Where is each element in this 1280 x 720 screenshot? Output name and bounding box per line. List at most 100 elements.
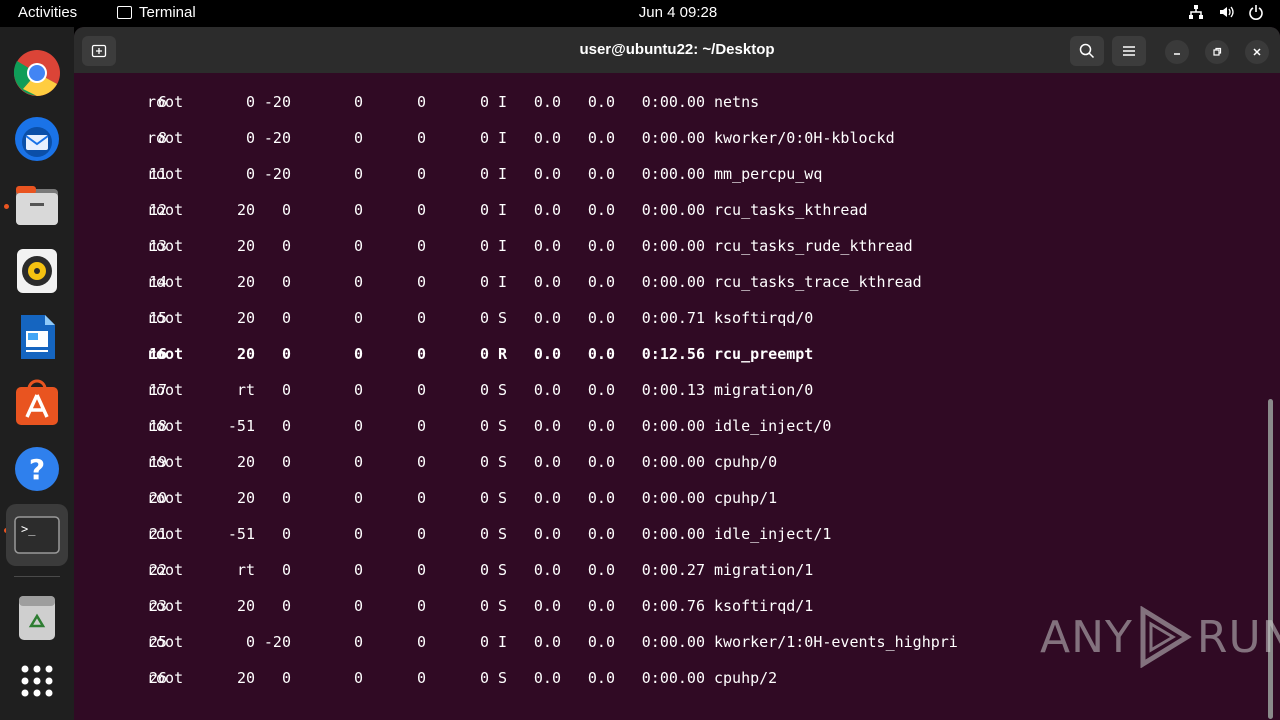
process-row: 14 root 20 0 0 0 0 I 0.0 0.0 0:00.00 rcu_tasks_trac… bbox=[74, 272, 1254, 292]
process-ni: 0 bbox=[281, 417, 291, 435]
process-row: 20 root 20 0 0 0 0 S 0.0 0.0 0:00.00 cpuhp/1 bbox=[74, 488, 1254, 508]
process-command: rcu_preempt bbox=[714, 345, 814, 363]
title-bar[interactable]: user@ubuntu22: ~/Desktop bbox=[74, 27, 1280, 73]
process-time: 0:00.00 bbox=[641, 201, 705, 219]
process-mem: 0.0 bbox=[587, 345, 615, 363]
process-mem: 0.0 bbox=[587, 417, 615, 435]
process-command: migration/0 bbox=[714, 381, 814, 399]
process-mem: 0.0 bbox=[587, 525, 615, 543]
process-command: rcu_tasks_kthread bbox=[714, 201, 868, 219]
files-icon[interactable] bbox=[11, 179, 63, 231]
process-shr: 0 bbox=[479, 525, 489, 543]
process-time: 0:00.00 bbox=[641, 633, 705, 651]
dock-separator bbox=[14, 576, 60, 577]
process-command: mm_percpu_wq bbox=[714, 165, 823, 183]
process-shr: 0 bbox=[479, 237, 489, 255]
search-button[interactable] bbox=[1070, 36, 1104, 66]
process-ni: 0 bbox=[281, 309, 291, 327]
process-command: rcu_tasks_trace_kthread bbox=[714, 273, 922, 291]
process-shr: 0 bbox=[479, 417, 489, 435]
restore-icon bbox=[1213, 47, 1222, 56]
process-ni: 0 bbox=[281, 381, 291, 399]
rhythmbox-icon[interactable] bbox=[11, 245, 63, 297]
help-icon[interactable]: ? bbox=[11, 443, 63, 495]
process-shr: 0 bbox=[479, 345, 489, 363]
power-icon[interactable] bbox=[1248, 4, 1264, 23]
process-mem: 0.0 bbox=[587, 93, 615, 111]
process-row: 13 root 20 0 0 0 0 I 0.0 0.0 0:00.00 rcu_tasks_rude… bbox=[74, 236, 1254, 256]
process-command: netns bbox=[714, 93, 760, 111]
system-tray[interactable] bbox=[1188, 4, 1264, 23]
process-command: ksoftirqd/0 bbox=[714, 309, 814, 327]
network-icon[interactable] bbox=[1188, 4, 1204, 23]
process-mem: 0.0 bbox=[587, 309, 615, 327]
files-running-indicator bbox=[4, 204, 9, 209]
process-row: 21 root -51 0 0 0 0 S 0.0 0.0 0:00.00 idle_inject/1 bbox=[74, 524, 1254, 544]
svg-text:?: ? bbox=[29, 453, 45, 486]
process-row: 18 root -51 0 0 0 0 S 0.0 0.0 0:00.00 idle_inject/0 bbox=[74, 416, 1254, 436]
process-command: cpuhp/1 bbox=[714, 489, 778, 507]
process-ni: 0 bbox=[281, 561, 291, 579]
process-row: 26 root 20 0 0 0 0 S 0.0 0.0 0:00.00 cpuhp/2 bbox=[74, 668, 1254, 688]
process-shr: 0 bbox=[479, 129, 489, 147]
show-apps-grid-icon[interactable] bbox=[11, 655, 63, 707]
process-shr: 0 bbox=[479, 597, 489, 615]
clock[interactable]: Jun 4 09:28 bbox=[0, 4, 1280, 21]
close-icon bbox=[1253, 48, 1261, 56]
anyrun-watermark: ANY RUN bbox=[1040, 606, 1280, 668]
process-ni: 0 bbox=[281, 273, 291, 291]
process-ni: -20 bbox=[263, 633, 291, 651]
process-ni: 0 bbox=[281, 453, 291, 471]
process-command: idle_inject/1 bbox=[714, 525, 832, 543]
thunderbird-icon[interactable] bbox=[11, 113, 63, 165]
process-mem: 0.0 bbox=[587, 129, 615, 147]
process-ni: 0 bbox=[281, 525, 291, 543]
top-bar: Activities Terminal Jun 4 09:28 bbox=[0, 0, 1280, 27]
process-time: 0:00.27 bbox=[641, 561, 705, 579]
process-mem: 0.0 bbox=[587, 633, 615, 651]
process-row: 6 root 0 -20 0 0 0 I 0.0 0.0 0:00.00 netns bbox=[74, 92, 1254, 112]
minimize-icon bbox=[1174, 53, 1180, 55]
close-button[interactable] bbox=[1245, 40, 1269, 64]
trash-icon[interactable] bbox=[11, 592, 63, 644]
libreoffice-writer-icon[interactable] bbox=[11, 311, 63, 363]
process-row: 8 root 0 -20 0 0 0 I 0.0 0.0 0:00.00 kworker/0:0H-k… bbox=[74, 128, 1254, 148]
process-command: rcu_tasks_rude_kthread bbox=[714, 237, 913, 255]
process-mem: 0.0 bbox=[587, 165, 615, 183]
watermark-text-right: RUN bbox=[1196, 611, 1280, 663]
process-command: kworker/0:0H-kblockd bbox=[714, 129, 895, 147]
terminal-icon[interactable]: >_ bbox=[6, 504, 68, 566]
process-shr: 0 bbox=[479, 453, 489, 471]
process-time: 0:00.00 bbox=[641, 129, 705, 147]
process-command: cpuhp/2 bbox=[714, 669, 778, 687]
process-shr: 0 bbox=[479, 165, 489, 183]
hamburger-menu-button[interactable] bbox=[1112, 36, 1146, 66]
watermark-text-left: ANY bbox=[1040, 611, 1133, 663]
process-mem: 0.0 bbox=[587, 453, 615, 471]
process-ni: 0 bbox=[281, 201, 291, 219]
process-shr: 0 bbox=[479, 381, 489, 399]
chrome-icon[interactable] bbox=[11, 47, 63, 99]
process-time: 0:00.00 bbox=[641, 453, 705, 471]
process-mem: 0.0 bbox=[587, 201, 615, 219]
process-mem: 0.0 bbox=[587, 381, 615, 399]
process-shr: 0 bbox=[479, 93, 489, 111]
minimize-button[interactable] bbox=[1165, 40, 1189, 64]
process-time: 0:00.00 bbox=[641, 417, 705, 435]
process-time: 0:00.00 bbox=[641, 525, 705, 543]
process-ni: 0 bbox=[281, 597, 291, 615]
process-mem: 0.0 bbox=[587, 237, 615, 255]
process-row: 19 root 20 0 0 0 0 S 0.0 0.0 0:00.00 cpuhp/0 bbox=[74, 452, 1254, 472]
process-ni: 0 bbox=[281, 345, 291, 363]
process-time: 0:00.00 bbox=[641, 669, 705, 687]
process-time: 0:00.00 bbox=[641, 273, 705, 291]
app-center-icon[interactable] bbox=[11, 377, 63, 429]
process-time: 0:00.71 bbox=[641, 309, 705, 327]
scrollbar[interactable] bbox=[1268, 399, 1273, 719]
process-time: 0:00.76 bbox=[641, 597, 705, 615]
process-ni: -20 bbox=[263, 93, 291, 111]
maximize-button[interactable] bbox=[1205, 40, 1229, 64]
process-command: ksoftirqd/1 bbox=[714, 597, 814, 615]
process-ni: 0 bbox=[281, 237, 291, 255]
volume-icon[interactable] bbox=[1218, 4, 1234, 23]
